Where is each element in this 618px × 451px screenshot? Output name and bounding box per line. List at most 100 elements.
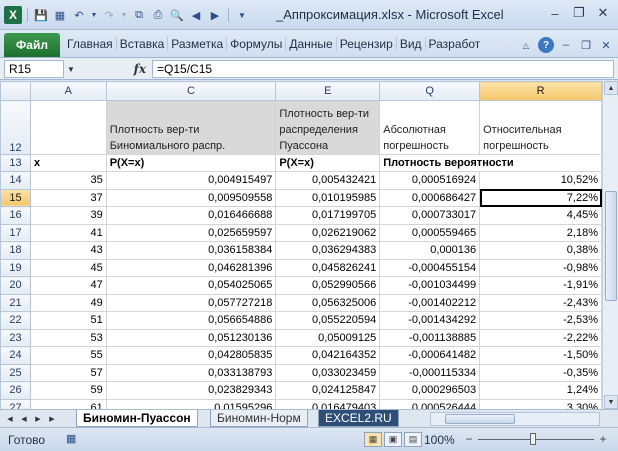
workbook-minimize-icon[interactable]: – — [558, 37, 574, 53]
excel-logo-icon[interactable]: X — [4, 6, 22, 24]
cell-poisson[interactable]: 0,05009125 — [275, 328, 381, 347]
scroll-up-icon[interactable]: ▲ — [604, 81, 618, 95]
macro-record-icon[interactable]: ▦ — [66, 432, 82, 446]
row-header[interactable]: 26 — [0, 381, 31, 400]
row-header[interactable]: 20 — [0, 276, 31, 295]
row-header[interactable]: 14 — [0, 171, 31, 190]
cell-poisson[interactable]: 0,005432421 — [275, 171, 381, 190]
cell-x[interactable]: 41 — [29, 223, 107, 242]
cell-binomial[interactable]: 0,033138793 — [105, 363, 277, 382]
cell-binomial[interactable]: 0,056654886 — [105, 311, 277, 330]
cell-x[interactable]: 59 — [29, 381, 107, 400]
row-header[interactable]: 19 — [0, 258, 31, 277]
page-layout-view-icon[interactable]: ▣ — [384, 432, 402, 447]
row-header[interactable]: 25 — [0, 363, 31, 382]
row-header[interactable]: 15 — [0, 188, 31, 207]
cell-x[interactable]: 61 — [29, 398, 107, 409]
cell-x[interactable]: 37 — [29, 188, 107, 207]
vertical-scrollbar[interactable]: ▲ ▼ — [602, 81, 618, 409]
cell-x[interactable]: 57 — [29, 363, 107, 382]
header-poisson[interactable]: Плотность вер-ти распределения Пуассона — [275, 100, 381, 155]
cell-binomial[interactable]: 0,01595296 — [105, 398, 277, 409]
cell-poisson[interactable]: 0,017199705 — [275, 206, 381, 225]
cell-relative-error[interactable]: 10,52% — [479, 171, 602, 190]
cell-x[interactable]: 51 — [29, 311, 107, 330]
restore-icon[interactable]: ❐ — [568, 4, 590, 22]
cell-absolute-error[interactable]: 0,000136 — [379, 241, 481, 260]
cell-relative-error[interactable]: -2,43% — [479, 293, 602, 312]
workbook-restore-icon[interactable]: ❐ — [578, 37, 594, 53]
minimize-ribbon-icon[interactable]: △ — [518, 37, 534, 53]
cell-absolute-error[interactable]: -0,000115334 — [379, 363, 481, 382]
cell-absolute-error[interactable]: 0,000559465 — [379, 223, 481, 242]
normal-view-icon[interactable]: ▦ — [364, 432, 382, 447]
cell-poisson[interactable]: 0,024125847 — [275, 381, 381, 400]
cell-binomial[interactable]: 0,057727218 — [105, 293, 277, 312]
horizontal-scroll-thumb[interactable] — [445, 414, 515, 424]
cell-absolute-error[interactable]: 0,000516924 — [379, 171, 481, 190]
workbook-close-icon[interactable]: ✕ — [598, 37, 614, 53]
cell-absolute-error[interactable]: -0,001434292 — [379, 311, 481, 330]
cell-x[interactable]: 53 — [29, 328, 107, 347]
cell-binomial[interactable]: 0,016466688 — [105, 206, 277, 225]
cell-poisson[interactable]: 0,010195985 — [275, 188, 381, 207]
header-relative-error[interactable]: Относительная погрешность — [479, 100, 602, 155]
tab-formulas[interactable]: Формулы — [227, 37, 287, 51]
name-box-dropdown-icon[interactable]: ▼ — [64, 60, 78, 78]
cell-relative-error[interactable]: -1,91% — [479, 276, 602, 295]
customize-toolbar-icon[interactable]: ▼ — [234, 7, 250, 23]
cell-poisson[interactable]: 0,055220594 — [275, 311, 381, 330]
cell-poisson[interactable]: 0,052990566 — [275, 276, 381, 295]
cell-poisson[interactable]: 0,033023459 — [275, 363, 381, 382]
export-icon[interactable]: ▦ — [52, 7, 68, 23]
cell-x[interactable]: 47 — [29, 276, 107, 295]
file-tab[interactable]: Файл — [4, 33, 60, 57]
select-all-corner[interactable] — [0, 81, 31, 101]
cell-x[interactable]: 49 — [29, 293, 107, 312]
sheet-tab-excel2ru[interactable]: EXCEL2.RU — [318, 410, 399, 427]
cell-x[interactable]: 43 — [29, 241, 107, 260]
subheader-px-poisson[interactable]: P(X=x) — [275, 154, 381, 172]
tab-home[interactable]: Главная — [64, 37, 117, 51]
cell-relative-error[interactable]: 1,24% — [479, 381, 602, 400]
cell-absolute-error[interactable]: -0,000455154 — [379, 258, 481, 277]
close-icon[interactable]: ✕ — [592, 4, 614, 22]
subheader-x[interactable]: x — [29, 154, 107, 172]
column-header-r[interactable]: R — [479, 81, 602, 101]
cell-x[interactable]: 39 — [29, 206, 107, 225]
zoom-in-icon[interactable]: + — [596, 432, 610, 446]
header-binomial[interactable]: Плотность вер-ти Биномиального распр. — [105, 100, 277, 155]
tab-page-layout[interactable]: Разметка — [168, 37, 228, 51]
header-absolute-error[interactable]: Абсолютная погрешность — [379, 100, 481, 155]
tab-insert[interactable]: Вставка — [117, 37, 169, 51]
row-header[interactable]: 18 — [0, 241, 31, 260]
row-header[interactable]: 16 — [0, 206, 31, 225]
cell-binomial[interactable]: 0,023829343 — [105, 381, 277, 400]
cell-relative-error[interactable]: -1,50% — [479, 346, 602, 365]
sheet-tab-binomial-poisson[interactable]: Биномин-Пуассон — [76, 410, 198, 427]
redo-dropdown-icon[interactable]: ▼ — [120, 7, 128, 23]
next-sheet-icon[interactable]: ▶ — [32, 412, 44, 425]
save-icon[interactable]: 💾 — [33, 7, 49, 23]
column-header-a[interactable]: A — [29, 81, 107, 101]
cell-poisson[interactable]: 0,036294383 — [275, 241, 381, 260]
cell-relative-error[interactable]: -2,22% — [479, 328, 602, 347]
cell-relative-error[interactable]: -0,98% — [479, 258, 602, 277]
cell-poisson[interactable]: 0,016479403 — [275, 398, 381, 409]
print-icon[interactable]: ⎙ — [150, 7, 166, 23]
last-sheet-icon[interactable]: ▶ — [46, 412, 58, 425]
cell-relative-error[interactable]: -0,35% — [479, 363, 602, 382]
worksheet-grid[interactable]: A C E Q R 12 Плотность вер-ти Биномиальн… — [0, 81, 602, 409]
back-icon[interactable]: ◀ — [188, 7, 204, 23]
zoom-level[interactable]: 100% — [424, 433, 455, 447]
cell-binomial[interactable]: 0,036158384 — [105, 241, 277, 260]
name-box[interactable]: R15 — [4, 60, 64, 78]
copy-icon[interactable]: ⧉ — [131, 7, 147, 23]
zoom-slider[interactable] — [478, 439, 594, 440]
help-icon[interactable]: ? — [538, 37, 554, 53]
row-header[interactable]: 13 — [0, 154, 31, 172]
row-header[interactable]: 27 — [0, 398, 31, 409]
vertical-scroll-thumb[interactable] — [605, 191, 617, 301]
undo-icon[interactable]: ↶ — [71, 7, 87, 23]
column-header-q[interactable]: Q — [379, 81, 481, 101]
